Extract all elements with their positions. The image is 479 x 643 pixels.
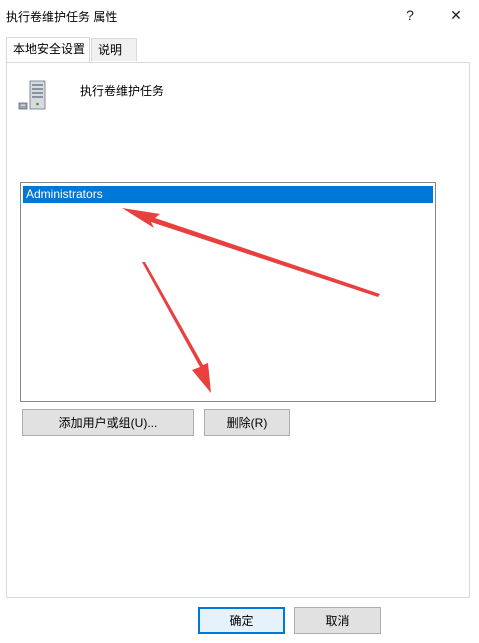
policy-name: 执行卷维护任务	[80, 84, 165, 98]
cancel-button[interactable]: 取消	[294, 607, 381, 634]
close-button[interactable]: ✕	[433, 0, 479, 30]
window-title: 执行卷维护任务 属性	[6, 10, 118, 24]
tab-explain[interactable]: 说明	[91, 38, 137, 61]
tab-local-security-setting[interactable]: 本地安全设置	[6, 37, 90, 62]
members-listbox[interactable]: Administrators	[20, 182, 436, 402]
remove-button[interactable]: 删除(R)	[204, 409, 290, 436]
help-button[interactable]: ?	[387, 0, 433, 30]
title-bar: 执行卷维护任务 属性 ? ✕	[0, 0, 479, 30]
ok-button[interactable]: 确定	[198, 607, 285, 634]
server-icon	[18, 80, 46, 110]
tab-label: 说明	[98, 43, 123, 57]
add-user-or-group-button[interactable]: 添加用户或组(U)...	[22, 409, 194, 436]
tab-label: 本地安全设置	[13, 42, 86, 56]
list-item-administrators[interactable]: Administrators	[23, 186, 433, 203]
close-icon: ✕	[450, 6, 462, 23]
help-icon: ?	[406, 7, 414, 23]
